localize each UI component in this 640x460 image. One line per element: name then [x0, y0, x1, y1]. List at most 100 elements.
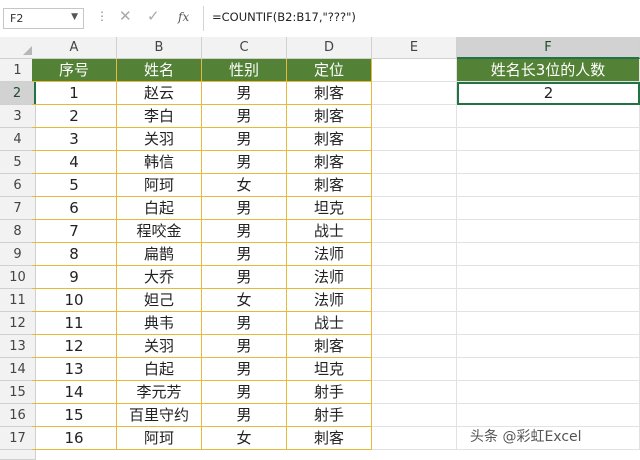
cell-e14[interactable] — [372, 358, 457, 381]
row-header-8[interactable]: 8 — [0, 220, 36, 243]
cell-b6[interactable]: 阿珂 — [117, 174, 202, 197]
cell-e13[interactable] — [372, 335, 457, 358]
row-header-15[interactable]: 15 — [0, 381, 36, 404]
cell-e6[interactable] — [372, 174, 457, 197]
row-header-7[interactable]: 7 — [0, 197, 36, 220]
cell-a3[interactable]: 2 — [32, 105, 117, 128]
cell-d16[interactable]: 射手 — [287, 404, 372, 427]
cell-f4[interactable] — [457, 128, 640, 151]
cell-e9[interactable] — [372, 243, 457, 266]
cell-a15[interactable]: 14 — [32, 381, 117, 404]
row-header-13[interactable]: 13 — [0, 335, 36, 358]
cell-d5[interactable]: 刺客 — [287, 151, 372, 174]
cell-d12[interactable]: 战士 — [287, 312, 372, 335]
vertical-dots-icon[interactable]: ⋮ — [96, 9, 108, 23]
row-header-11[interactable]: 11 — [0, 289, 36, 312]
cell-a7[interactable]: 6 — [32, 197, 117, 220]
checkmark-icon[interactable]: ✓ — [147, 7, 160, 25]
cell-f9[interactable] — [457, 243, 640, 266]
cell-b4[interactable]: 关羽 — [117, 128, 202, 151]
cell-e15[interactable] — [372, 381, 457, 404]
cell-b5[interactable]: 韩信 — [117, 151, 202, 174]
cell-f3[interactable] — [457, 105, 640, 128]
cell-a13[interactable]: 12 — [32, 335, 117, 358]
cell-d6[interactable]: 刺客 — [287, 174, 372, 197]
row-header-4[interactable]: 4 — [0, 128, 36, 151]
cell-c10[interactable]: 男 — [202, 266, 287, 289]
row-header-16[interactable]: 16 — [0, 404, 36, 427]
result-header[interactable]: 姓名长3位的人数 — [457, 59, 640, 82]
cell-c6[interactable]: 女 — [202, 174, 287, 197]
cell-b15[interactable]: 李元芳 — [117, 381, 202, 404]
cell-c4[interactable]: 男 — [202, 128, 287, 151]
cell-c11[interactable]: 女 — [202, 289, 287, 312]
cell-b17[interactable]: 阿珂 — [117, 427, 202, 450]
cell-a5[interactable]: 4 — [32, 151, 117, 174]
cell-a16[interactable]: 15 — [32, 404, 117, 427]
cell-d17[interactable]: 刺客 — [287, 427, 372, 450]
result-cell[interactable]: 2 — [457, 82, 640, 105]
cell-c8[interactable]: 男 — [202, 220, 287, 243]
cell-a9[interactable]: 8 — [32, 243, 117, 266]
cell-d10[interactable]: 法师 — [287, 266, 372, 289]
cell-f16[interactable] — [457, 404, 640, 427]
cell-d13[interactable]: 刺客 — [287, 335, 372, 358]
row-header-1[interactable]: 1 — [0, 59, 36, 82]
column-header-d[interactable]: D — [287, 37, 372, 59]
cell-b13[interactable]: 关羽 — [117, 335, 202, 358]
cell-c5[interactable]: 男 — [202, 151, 287, 174]
cell-f12[interactable] — [457, 312, 640, 335]
select-all-button[interactable] — [0, 37, 36, 59]
table-header-a[interactable]: 序号 — [32, 59, 117, 82]
cell-e10[interactable] — [372, 266, 457, 289]
cell-e8[interactable] — [372, 220, 457, 243]
cell-e3[interactable] — [372, 105, 457, 128]
column-header-c[interactable]: C — [202, 37, 287, 59]
cell-b3[interactable]: 李白 — [117, 105, 202, 128]
row-header-5[interactable]: 5 — [0, 151, 36, 174]
cell-f8[interactable] — [457, 220, 640, 243]
cell-c17[interactable]: 女 — [202, 427, 287, 450]
cell-d7[interactable]: 坦克 — [287, 197, 372, 220]
cell-e11[interactable] — [372, 289, 457, 312]
column-header-a[interactable]: A — [32, 37, 117, 59]
insert-function-button[interactable]: fx — [178, 10, 189, 24]
cell-d15[interactable]: 射手 — [287, 381, 372, 404]
cell-f5[interactable] — [457, 151, 640, 174]
cell-a6[interactable]: 5 — [32, 174, 117, 197]
cell-d14[interactable]: 坦克 — [287, 358, 372, 381]
formula-input[interactable]: =COUNTIF(B2:B17,"???") — [212, 10, 356, 24]
cell-b2[interactable]: 赵云 — [117, 82, 202, 105]
cell-b8[interactable]: 程咬金 — [117, 220, 202, 243]
chevron-down-icon[interactable]: ▼ — [71, 12, 78, 22]
row-header-12[interactable]: 12 — [0, 312, 36, 335]
row-header-17[interactable]: 17 — [0, 427, 36, 450]
row-header-9[interactable]: 9 — [0, 243, 36, 266]
cell-f6[interactable] — [457, 174, 640, 197]
cell-e17[interactable] — [372, 427, 457, 450]
cell-a2[interactable]: 1 — [32, 82, 117, 105]
cell-c15[interactable]: 男 — [202, 381, 287, 404]
column-header-b[interactable]: B — [117, 37, 202, 59]
cell-f11[interactable] — [457, 289, 640, 312]
cell-e4[interactable] — [372, 128, 457, 151]
cell-b10[interactable]: 大乔 — [117, 266, 202, 289]
column-header-e[interactable]: E — [372, 37, 457, 59]
cell-d4[interactable]: 刺客 — [287, 128, 372, 151]
cell-f14[interactable] — [457, 358, 640, 381]
cell-d9[interactable]: 法师 — [287, 243, 372, 266]
cell-d2[interactable]: 刺客 — [287, 82, 372, 105]
cell-a4[interactable]: 3 — [32, 128, 117, 151]
cell-b9[interactable]: 扁鹊 — [117, 243, 202, 266]
cell-e16[interactable] — [372, 404, 457, 427]
cell-e1[interactable] — [372, 59, 457, 82]
cell-e12[interactable] — [372, 312, 457, 335]
cell-a14[interactable]: 13 — [32, 358, 117, 381]
cell-c7[interactable]: 男 — [202, 197, 287, 220]
column-header-f[interactable]: F — [457, 37, 640, 59]
table-header-c[interactable]: 性别 — [202, 59, 287, 82]
cell-a10[interactable]: 9 — [32, 266, 117, 289]
cell-b14[interactable]: 白起 — [117, 358, 202, 381]
row-header-14[interactable]: 14 — [0, 358, 36, 381]
cell-d3[interactable]: 刺客 — [287, 105, 372, 128]
